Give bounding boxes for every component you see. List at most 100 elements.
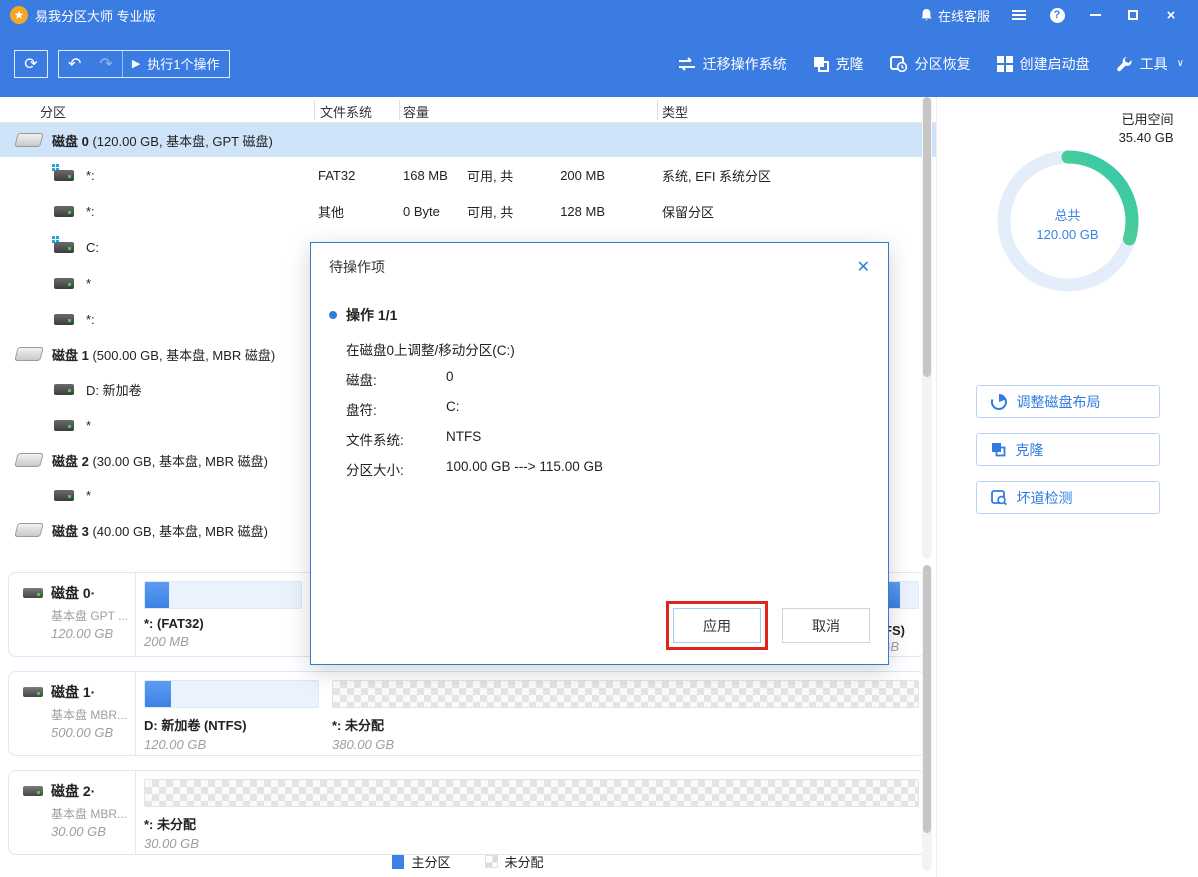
partition-recovery-label: 分区恢复: [915, 54, 971, 74]
dialog-close-icon[interactable]: ✕: [857, 257, 870, 277]
disk0-info: (120.00 GB, 基本盘, GPT 磁盘): [92, 131, 272, 150]
help-button[interactable]: ?: [1040, 0, 1074, 30]
partition-block-d[interactable]: D: 新加卷 (NTFS) 120.00 GB: [144, 680, 319, 750]
table-scrollbar-thumb[interactable]: [923, 97, 931, 377]
cell-available-label: 可用, 共: [467, 166, 513, 185]
partition-label: *:: [86, 312, 95, 327]
undo-button[interactable]: ↶: [59, 50, 90, 78]
disk1-card[interactable]: 磁盘 1· 基本盘 MBR... 500.00 GB D: 新加卷 (NTFS)…: [8, 671, 926, 756]
wrench-icon: [1116, 56, 1133, 72]
clone-side-button[interactable]: 克隆: [976, 433, 1160, 466]
field-partition-size-value: 100.00 GB ---> 115.00 GB: [446, 459, 603, 479]
partition-icon: [54, 384, 74, 395]
column-header-filesystem[interactable]: 文件系统: [320, 102, 372, 121]
partition-block-size: 200 MB: [144, 634, 302, 649]
execute-operations-button[interactable]: ▶ 执行1个操作: [123, 50, 229, 78]
column-header-capacity[interactable]: 容量: [403, 102, 429, 121]
refresh-button[interactable]: ⟳: [14, 50, 48, 78]
adjust-layout-icon: [991, 394, 1007, 410]
diskmap-scrollbar-thumb[interactable]: [923, 565, 931, 833]
partition-block-label: *: 未分配: [144, 814, 919, 833]
migrate-os-label: 迁移操作系统: [703, 54, 787, 74]
partition-block-label: D: 新加卷 (NTFS): [144, 715, 319, 734]
partition-block-label: *: (FAT32): [144, 616, 302, 631]
table-row-partition-efi[interactable]: *: FAT32 168 MB 可用, 共 200 MB 系统, EFI 系统分…: [0, 157, 936, 193]
partition-label: *: [86, 418, 91, 433]
partition-block-size: 120.00 GB: [144, 737, 319, 752]
execute-operations-label: 执行1个操作: [147, 54, 219, 73]
table-scrollbar[interactable]: [922, 97, 932, 559]
cell-total: 128 MB: [535, 204, 605, 219]
legend-primary-label: 主分区: [411, 852, 450, 871]
cancel-button[interactable]: 取消: [782, 608, 870, 643]
bell-icon: [920, 8, 933, 22]
menu-list-button[interactable]: [1002, 0, 1036, 30]
migrate-os-icon: [678, 57, 696, 71]
disk2-card[interactable]: 磁盘 2· 基本盘 MBR... 30.00 GB *: 未分配 30.00 G…: [8, 770, 926, 855]
list-icon: [1012, 8, 1026, 22]
create-bootable-disk-button[interactable]: 创建启动盘: [997, 54, 1090, 74]
clone-button[interactable]: 克隆: [813, 54, 864, 74]
windows-grid-icon: [997, 56, 1013, 72]
table-row-partition-reserved[interactable]: *: 其他 0 Byte 可用, 共 128 MB 保留分区: [0, 193, 936, 229]
field-disk-label: 磁盘:: [346, 369, 446, 389]
partition-label: *:: [86, 168, 95, 183]
close-button[interactable]: ×: [1154, 0, 1188, 30]
disk1-card-type: 基本盘 MBR...: [51, 706, 135, 723]
partition-recovery-button[interactable]: 分区恢复: [890, 54, 971, 74]
disk3-name: 磁盘 3: [52, 521, 89, 540]
tools-menu-button[interactable]: 工具 ∨: [1116, 54, 1184, 74]
redo-button[interactable]: ↷: [90, 50, 122, 78]
pending-operations-dialog: 待操作项 ✕ 操作 1/1 在磁盘0上调整/移动分区(C:) 磁盘:0 盘符:C…: [310, 242, 889, 665]
clone-label: 克隆: [836, 54, 864, 74]
table-row-disk0[interactable]: 磁盘 0 (120.00 GB, 基本盘, GPT 磁盘): [0, 123, 936, 157]
partition-block-fat32[interactable]: *: (FAT32) 200 MB: [144, 581, 302, 651]
undo-icon: ↶: [68, 54, 81, 74]
disk-icon: [16, 523, 42, 537]
clone-icon: [991, 442, 1006, 457]
operation-description: 在磁盘0上调整/移动分区(C:): [346, 339, 888, 359]
redo-icon: ↷: [99, 54, 112, 74]
cell-available-label: 可用, 共: [467, 202, 513, 221]
partition-label: C:: [86, 240, 99, 255]
chevron-down-icon: ∨: [1177, 58, 1184, 69]
diskmap-scrollbar[interactable]: [922, 565, 932, 871]
field-drive-letter-value: C:: [446, 399, 460, 419]
column-header-partition[interactable]: 分区: [40, 102, 66, 121]
bad-sector-check-label: 坏道检测: [1017, 488, 1073, 508]
partition-icon: [54, 278, 74, 289]
disk-check-icon: [991, 490, 1007, 505]
partition-block-unallocated[interactable]: *: 未分配 30.00 GB: [144, 779, 919, 849]
toolbar: ⟳ ↶ ↷ ▶ 执行1个操作 迁移操作系统: [0, 30, 1198, 97]
legend-unallocated-label: 未分配: [505, 852, 544, 871]
partition-icon: [54, 206, 74, 217]
migrate-os-button[interactable]: 迁移操作系统: [678, 54, 787, 74]
online-support-label: 在线客服: [938, 6, 990, 25]
clone-icon: [813, 56, 829, 72]
unallocated-swatch: [485, 855, 498, 868]
apply-button[interactable]: 应用: [673, 608, 761, 643]
partition-block-unallocated[interactable]: *: 未分配 380.00 GB: [332, 680, 919, 750]
partition-label: *:: [86, 204, 95, 219]
maximize-button[interactable]: [1116, 0, 1150, 30]
app-logo-icon: ★: [10, 6, 28, 24]
operation-counter: 操作 1/1: [346, 305, 397, 325]
app-window: ★ 易我分区大师 专业版 在线客服 ? × ⟳: [0, 0, 1198, 877]
system-partition-icon: [54, 242, 74, 253]
field-filesystem-label: 文件系统:: [346, 429, 446, 449]
disk3-info: (40.00 GB, 基本盘, MBR 磁盘): [92, 521, 268, 540]
disk-icon: [16, 453, 42, 467]
partition-block-size: 30.00 GB: [144, 836, 919, 851]
partition-block-label: *: 未分配: [332, 715, 919, 734]
partition-label: *: [86, 276, 91, 291]
app-title: 易我分区大师 专业版: [35, 6, 156, 25]
disk-usage-donut: 已用空间 35.40 GB 总共 120.00 GB: [958, 111, 1178, 341]
column-header-type[interactable]: 类型: [662, 102, 688, 121]
minimize-button[interactable]: [1078, 0, 1112, 30]
disk0-card-info: 磁盘 0· 基本盘 GPT ... 120.00 GB: [9, 573, 136, 656]
disk2-info: (30.00 GB, 基本盘, MBR 磁盘): [92, 451, 268, 470]
bad-sector-check-button[interactable]: 坏道检测: [976, 481, 1160, 514]
dialog-title: 待操作项: [329, 257, 385, 277]
adjust-disk-layout-button[interactable]: 调整磁盘布局: [976, 385, 1160, 418]
online-support-button[interactable]: 在线客服: [912, 0, 998, 30]
